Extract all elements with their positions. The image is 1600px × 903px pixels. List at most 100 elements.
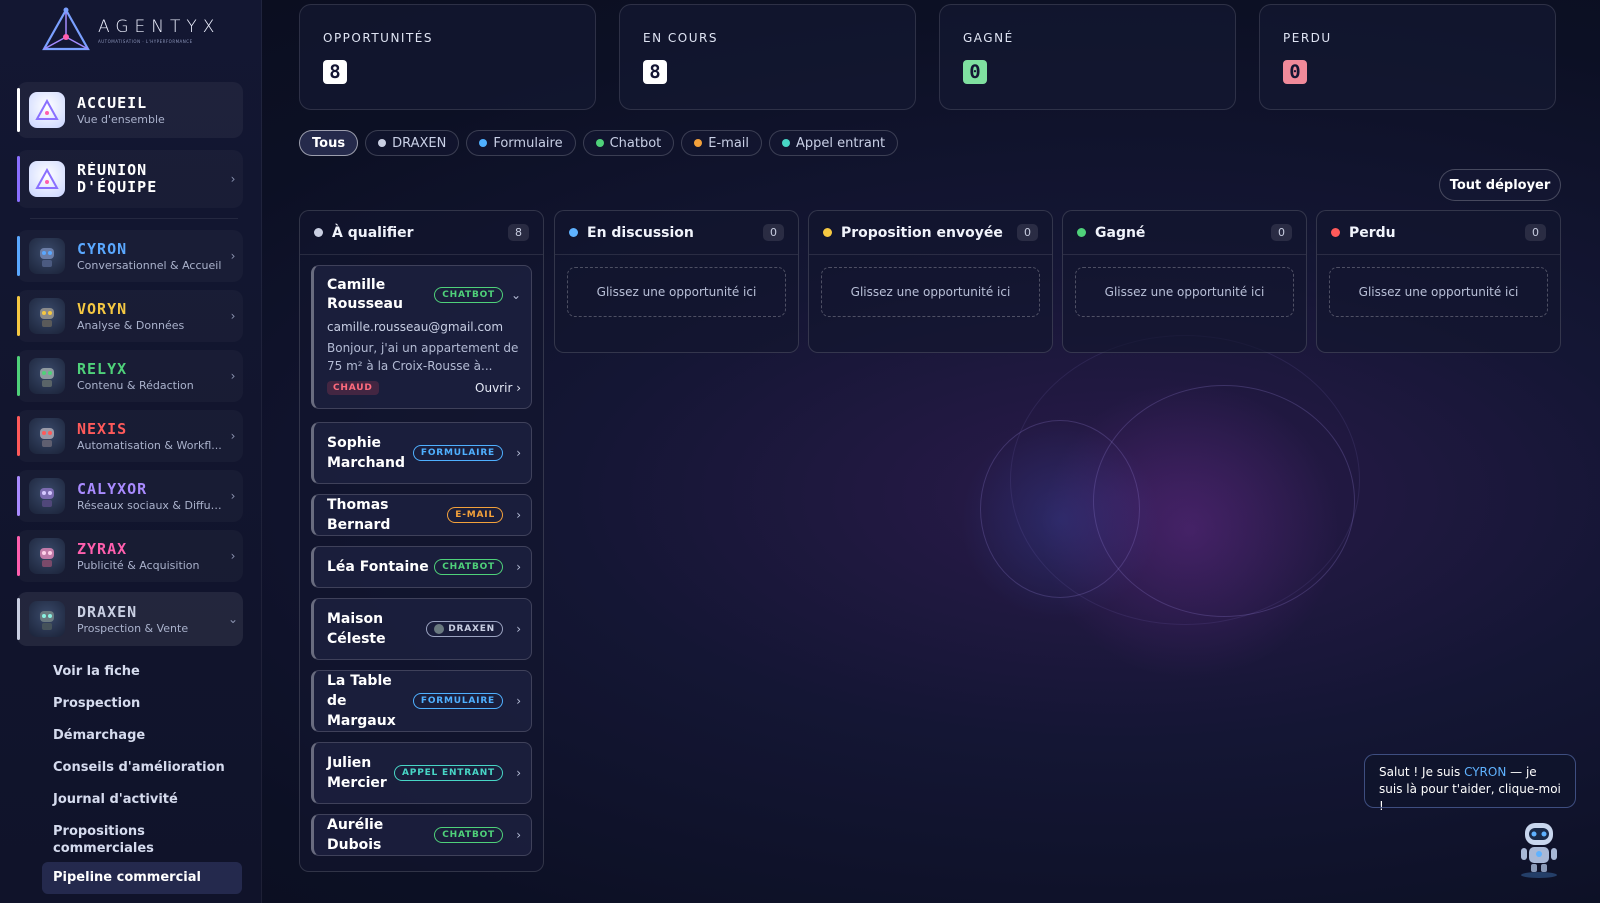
sidebar-item-calyxor[interactable]: CALYXOR Réseaux sociaux & Diffusi... › [17, 470, 243, 522]
sidebar-item-relyx[interactable]: RELYX Contenu & Rédaction › [17, 350, 243, 402]
column-dot-icon [314, 228, 323, 237]
sidebar-item-cyron[interactable]: CYRON Conversationnel & Accueil › [17, 230, 243, 282]
filter-label: Appel entrant [796, 135, 886, 151]
filter-tous[interactable]: Tous [299, 130, 359, 156]
column-header: À qualifier 8 [300, 211, 543, 255]
sidebar-item-voryn[interactable]: VORYN Analyse & Données › [17, 290, 243, 342]
brand-logo[interactable]: AGENTYX AUTOMATISATION · L'HYPERFORMANCE [40, 6, 240, 54]
sidebar-item-reunion-equipe[interactable]: RÉUNION D'ÉQUIPE › [17, 150, 243, 208]
drop-zone[interactable]: Glissez une opportunité ici [1075, 267, 1294, 317]
chevron-right-icon: › [516, 766, 521, 780]
column-dot-icon [569, 228, 578, 237]
filter-label: DRAXEN [392, 135, 447, 151]
column-title: En discussion [587, 224, 694, 241]
stat-label: GAGNÉ [963, 31, 1014, 45]
filter-chatbot[interactable]: Chatbot [582, 130, 675, 156]
sidebar-item-subtitle: Publicité & Acquisition [77, 558, 200, 572]
column-title: À qualifier [332, 224, 414, 241]
chevron-right-icon: › [230, 309, 236, 323]
sidebar-item-subtitle: Vue d'ensemble [77, 112, 165, 126]
column-count: 0 [1017, 224, 1038, 241]
opportunity-card[interactable]: Thomas Bernard E-MAIL › [311, 494, 532, 536]
background-glow-blue [960, 420, 1160, 620]
submenu-prospection[interactable]: Prospection [42, 688, 242, 720]
sidebar-item-label: RÉUNION [77, 162, 148, 179]
source-badge-label: DRAXEN [448, 624, 495, 634]
robot-relyx-icon [29, 358, 65, 394]
stat-perdu: PERDU 0 [1259, 4, 1556, 110]
submenu-pipeline[interactable]: Pipeline commercial [42, 862, 242, 894]
stat-gagne: GAGNÉ 0 [939, 4, 1236, 110]
opportunity-card[interactable]: Julien Mercier APPEL ENTRANT › [311, 742, 532, 804]
sidebar-item-zyrax[interactable]: ZYRAX Publicité & Acquisition › [17, 530, 243, 582]
sidebar-item-nexis[interactable]: NEXIS Automatisation & Workfl... › [17, 410, 243, 462]
stat-label: OPPORTUNITÉS [323, 31, 433, 45]
card-message-line2: 75 m² à la Croix-Rousse à... [327, 359, 493, 373]
opportunity-card[interactable]: Aurélie Dubois CHATBOT › [311, 814, 532, 856]
opportunity-card-expanded[interactable]: Camille Rousseau CHATBOT ⌄ camille.rouss… [311, 265, 532, 409]
sidebar-item-subtitle: Automatisation & Workfl... [77, 438, 222, 452]
card-name-line2: Céleste [327, 631, 386, 647]
opportunity-card[interactable]: Léa Fontaine CHATBOT › [311, 546, 532, 588]
drop-zone[interactable]: Glissez une opportunité ici [1329, 267, 1548, 317]
opportunity-card[interactable]: Maison Céleste DRAXEN › [311, 598, 532, 660]
column-dot-icon [1331, 228, 1340, 237]
submenu-propositions[interactable]: Propositions commerciales [42, 816, 242, 862]
card-message-line1: Bonjour, j'ai un appartement de [327, 341, 519, 355]
filter-label: Chatbot [609, 135, 662, 151]
assistant-robot-icon[interactable] [1510, 815, 1568, 881]
card-name-line1: La Table de [327, 673, 392, 709]
sidebar-item-draxen[interactable]: DRAXEN Prospection & Vente ⌄ [17, 592, 243, 646]
background-ring [1010, 335, 1360, 625]
card-name-line2: Rousseau [327, 296, 403, 312]
submenu-conseils[interactable]: Conseils d'amélioration [42, 752, 242, 784]
assistant-chat-bubble[interactable]: Salut ! Je suis CYRON — je suis là pour … [1364, 754, 1576, 813]
submenu-journal[interactable]: Journal d'activité [42, 784, 242, 816]
filter-formulaire[interactable]: Formulaire [466, 130, 576, 156]
submenu-voir-fiche[interactable]: Voir la fiche [42, 656, 242, 688]
open-card-link[interactable]: Ouvrir › [475, 381, 521, 395]
logo-triangle-icon [42, 7, 90, 51]
robot-cyron-icon [29, 238, 65, 274]
sidebar-item-subtitle: Conversationnel & Accueil [77, 258, 222, 272]
filter-draxen[interactable]: DRAXEN [365, 130, 460, 156]
robot-draxen-icon [434, 624, 445, 634]
submenu-propositions-line2: commerciales [53, 841, 154, 856]
chevron-right-icon: › [516, 560, 521, 574]
chevron-right-icon: › [230, 369, 236, 383]
sidebar-item-label: VORYN [77, 300, 128, 318]
submenu-propositions-line1: Propositions [53, 824, 145, 839]
card-name-line2: Marchand [327, 455, 405, 471]
stat-label: EN COURS [643, 31, 718, 45]
expand-all-button[interactable]: Tout déployer [1439, 169, 1561, 201]
chevron-right-icon: › [230, 549, 236, 563]
chat-assistant-name: CYRON [1464, 765, 1507, 779]
stat-value: 0 [1283, 60, 1307, 84]
stat-opportunites: OPPORTUNITÉS 8 [299, 4, 596, 110]
source-badge: APPEL ENTRANT [394, 765, 503, 781]
chevron-right-icon: › [516, 828, 521, 842]
robot-nexis-icon [29, 418, 65, 454]
filter-appel-entrant[interactable]: Appel entrant [769, 130, 899, 156]
drop-zone[interactable]: Glissez une opportunité ici [567, 267, 786, 317]
column-title: Proposition envoyée [841, 224, 1003, 241]
brand-tagline: AUTOMATISATION · L'HYPERFORMANCE [98, 38, 193, 44]
filter-label: Tous [312, 135, 346, 151]
column-count: 8 [508, 224, 529, 241]
chevron-right-icon: › [230, 172, 236, 186]
opportunity-card[interactable]: La Table de Margaux FORMULAIRE › [311, 670, 532, 732]
filter-email[interactable]: E-mail [681, 130, 763, 156]
chat-prefix: Salut ! Je suis [1379, 765, 1465, 779]
column-en-discussion: En discussion 0 Glissez une opportunité … [554, 210, 799, 353]
column-perdu: Perdu 0 Glissez une opportunité ici [1316, 210, 1561, 353]
column-proposition-envoyee: Proposition envoyée 0 Glissez une opport… [808, 210, 1053, 353]
drop-zone[interactable]: Glissez une opportunité ici [821, 267, 1040, 317]
sidebar-item-label-line2: D'ÉQUIPE [77, 178, 158, 196]
opportunity-card[interactable]: Sophie Marchand FORMULAIRE › [311, 422, 532, 484]
submenu-demarchage[interactable]: Démarchage [42, 720, 242, 752]
sidebar-item-subtitle: Réseaux sociaux & Diffusi... [77, 498, 223, 512]
sidebar-item-subtitle: Contenu & Rédaction [77, 378, 194, 392]
chevron-down-icon[interactable]: ⌄ [507, 288, 521, 302]
sidebar-item-accueil[interactable]: ACCUEIL Vue d'ensemble [17, 82, 243, 138]
card-name: Thomas Bernard [327, 497, 391, 533]
